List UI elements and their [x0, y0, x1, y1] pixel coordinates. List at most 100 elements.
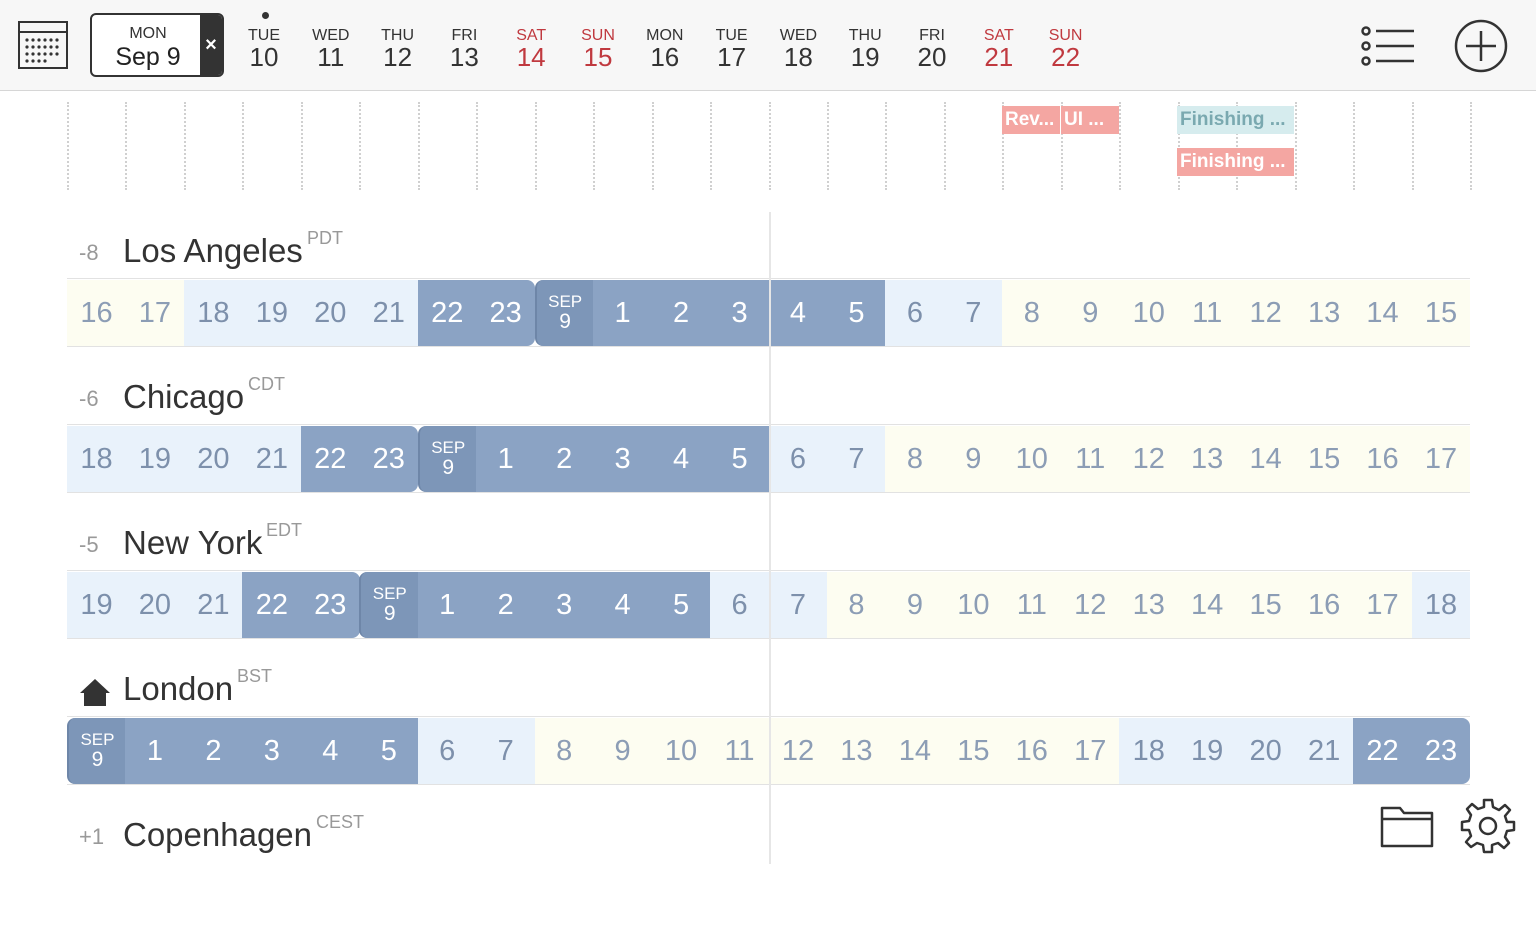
hour-cell[interactable]: 19 — [125, 426, 185, 492]
hour-cell[interactable]: 12 — [1236, 280, 1296, 346]
hour-cell[interactable]: 17 — [1353, 572, 1413, 638]
hour-cell[interactable]: 18 — [1411, 572, 1471, 638]
day-tue-10[interactable]: TUE 10 — [231, 0, 297, 90]
hour-cell[interactable]: 6 — [417, 718, 477, 784]
city-name[interactable]: Chicago — [123, 378, 244, 416]
hour-cell[interactable]: 20 — [125, 572, 185, 638]
day-thu-19[interactable]: THU 19 — [832, 0, 898, 90]
hour-cell[interactable]: 18 — [1119, 718, 1179, 784]
date-marker-cell[interactable]: SEP 9 — [417, 426, 477, 492]
city-name[interactable]: Copenhagen — [123, 816, 312, 854]
hour-cell[interactable]: 10 — [1002, 426, 1062, 492]
day-sun-15[interactable]: SUN 15 — [565, 0, 631, 90]
hour-cell[interactable]: 2 — [183, 718, 243, 784]
day-wed-18[interactable]: WED 18 — [765, 0, 831, 90]
hour-cell[interactable]: 1 — [476, 426, 536, 492]
day-wed-11[interactable]: WED 11 — [298, 0, 364, 90]
hour-cell[interactable]: 11 — [1060, 426, 1120, 492]
day-sun-22[interactable]: SUN 22 — [1033, 0, 1099, 90]
hour-cell[interactable]: 8 — [885, 426, 945, 492]
hour-cell[interactable]: 5 — [710, 426, 769, 492]
hour-cell[interactable]: 21 — [242, 426, 302, 492]
hour-cell[interactable]: 23 — [1411, 718, 1471, 784]
hour-cell[interactable]: 12 — [1060, 572, 1120, 638]
clear-date-button[interactable]: × — [200, 15, 222, 75]
hour-cell[interactable]: 18 — [183, 280, 243, 346]
hour-cell[interactable]: 7 — [476, 718, 536, 784]
date-marker-cell[interactable]: SEP 9 — [359, 572, 419, 638]
hour-cell[interactable]: 10 — [651, 718, 711, 784]
hour-cell[interactable]: 2 — [476, 572, 536, 638]
hour-cell[interactable]: 22 — [1353, 718, 1413, 784]
hour-cell[interactable]: 12 — [768, 718, 828, 784]
day-thu-12[interactable]: THU 12 — [365, 0, 431, 90]
day-sat-21[interactable]: SAT 21 — [966, 0, 1032, 90]
hour-cell[interactable]: 3 — [242, 718, 302, 784]
hour-cell[interactable]: 19 — [1177, 718, 1237, 784]
hour-cell[interactable]: 21 — [183, 572, 243, 638]
timezone-row[interactable]: -6 Chicago CDT 18 19 20 21 22 23 SEP 9 1 2 3 4 5 6 7 8 9 10 1… — [0, 358, 1536, 504]
hour-cell[interactable]: 1 — [593, 280, 653, 346]
hour-cell[interactable]: 13 — [826, 718, 886, 784]
hour-cell[interactable]: 4 — [593, 572, 653, 638]
hour-cell[interactable]: 14 — [1236, 426, 1296, 492]
hour-cell[interactable]: 3 — [593, 426, 653, 492]
hour-cell[interactable]: 6 — [710, 572, 769, 638]
hour-cell[interactable]: 20 — [300, 280, 360, 346]
hour-cell[interactable]: 16 — [1002, 718, 1062, 784]
hour-cell[interactable]: 15 — [1294, 426, 1354, 492]
hour-cell[interactable]: 9 — [943, 426, 1003, 492]
hour-cell[interactable]: 23 — [476, 280, 536, 346]
hour-cell[interactable]: 20 — [183, 426, 243, 492]
day-mon-16[interactable]: MON 16 — [632, 0, 698, 90]
day-fri-20[interactable]: FRI 20 — [899, 0, 965, 90]
date-marker-cell[interactable]: SEP 9 — [534, 280, 594, 346]
hour-cell[interactable]: 5 — [359, 718, 419, 784]
hour-cell[interactable]: 8 — [534, 718, 594, 784]
hour-cell[interactable]: 1 — [125, 718, 185, 784]
hour-cell[interactable]: 6 — [768, 426, 828, 492]
event-chip[interactable]: Finishing ... — [1177, 106, 1294, 134]
timezone-row[interactable]: +1 Copenhagen CEST — [0, 796, 1536, 942]
hour-cell[interactable]: 8 — [1002, 280, 1062, 346]
hour-cell[interactable]: 10 — [1119, 280, 1179, 346]
hour-cell[interactable]: 2 — [651, 280, 711, 346]
hour-cell[interactable]: 3 — [710, 280, 769, 346]
city-name[interactable]: New York — [123, 524, 262, 562]
hour-cell[interactable]: 7 — [768, 572, 828, 638]
hour-cell[interactable]: 15 — [943, 718, 1003, 784]
hour-cell[interactable]: 4 — [651, 426, 711, 492]
hour-cell[interactable]: 19 — [242, 280, 302, 346]
hour-cell[interactable]: 7 — [943, 280, 1003, 346]
hour-cell[interactable]: 11 — [1177, 280, 1237, 346]
hour-cell[interactable]: 14 — [1177, 572, 1237, 638]
hour-cell[interactable]: 23 — [300, 572, 360, 638]
hour-cell[interactable]: 11 — [710, 718, 769, 784]
hour-cell[interactable]: 15 — [1411, 280, 1471, 346]
hour-cell[interactable]: 17 — [1060, 718, 1120, 784]
hour-cell[interactable]: 22 — [242, 572, 302, 638]
hour-cell[interactable]: 5 — [651, 572, 711, 638]
date-marker-cell[interactable]: SEP 9 — [67, 718, 126, 784]
hour-cell[interactable]: 21 — [359, 280, 419, 346]
gear-icon[interactable] — [1460, 798, 1516, 854]
hour-cell[interactable]: 19 — [67, 572, 126, 638]
hour-cell[interactable]: 7 — [826, 426, 886, 492]
hour-cell[interactable]: 1 — [417, 572, 477, 638]
list-icon[interactable] — [1360, 25, 1416, 69]
add-circle-icon[interactable] — [1453, 18, 1509, 74]
hour-cell[interactable]: 13 — [1294, 280, 1354, 346]
hour-cell[interactable]: 12 — [1119, 426, 1179, 492]
hour-cell[interactable]: 15 — [1236, 572, 1296, 638]
event-chip[interactable]: Rev... — [1002, 106, 1060, 134]
hour-cell[interactable]: 5 — [826, 280, 886, 346]
hour-cell[interactable]: 21 — [1294, 718, 1354, 784]
hour-cell[interactable]: 10 — [943, 572, 1003, 638]
hour-cell[interactable]: 16 — [67, 280, 126, 346]
hour-cell[interactable]: 22 — [300, 426, 360, 492]
timezone-row[interactable]: London BST SEP 9 1 2 3 4 5 6 7 8 9 10 11 12 13 14 15 16 17 18… — [0, 650, 1536, 796]
hour-cell[interactable]: 9 — [593, 718, 653, 784]
hour-cell[interactable]: 11 — [1002, 572, 1062, 638]
hour-cell[interactable]: 9 — [885, 572, 945, 638]
selected-date-pill[interactable]: MON Sep 9 × — [90, 13, 224, 77]
